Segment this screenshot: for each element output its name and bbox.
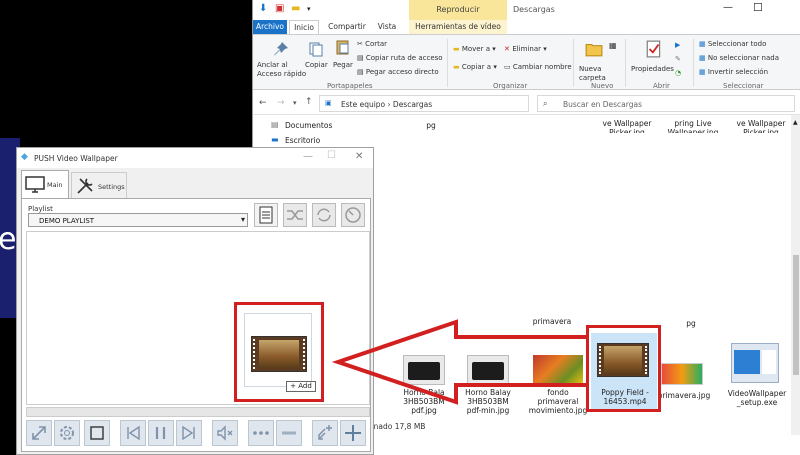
source-highlight-box <box>586 325 661 412</box>
drop-highlight-box: + Add <box>234 302 324 402</box>
add-drop-badge: + Add <box>286 381 316 392</box>
drag-ghost <box>244 313 312 387</box>
video-file-icon <box>251 336 307 372</box>
drag-arrow-annotation <box>331 319 586 405</box>
